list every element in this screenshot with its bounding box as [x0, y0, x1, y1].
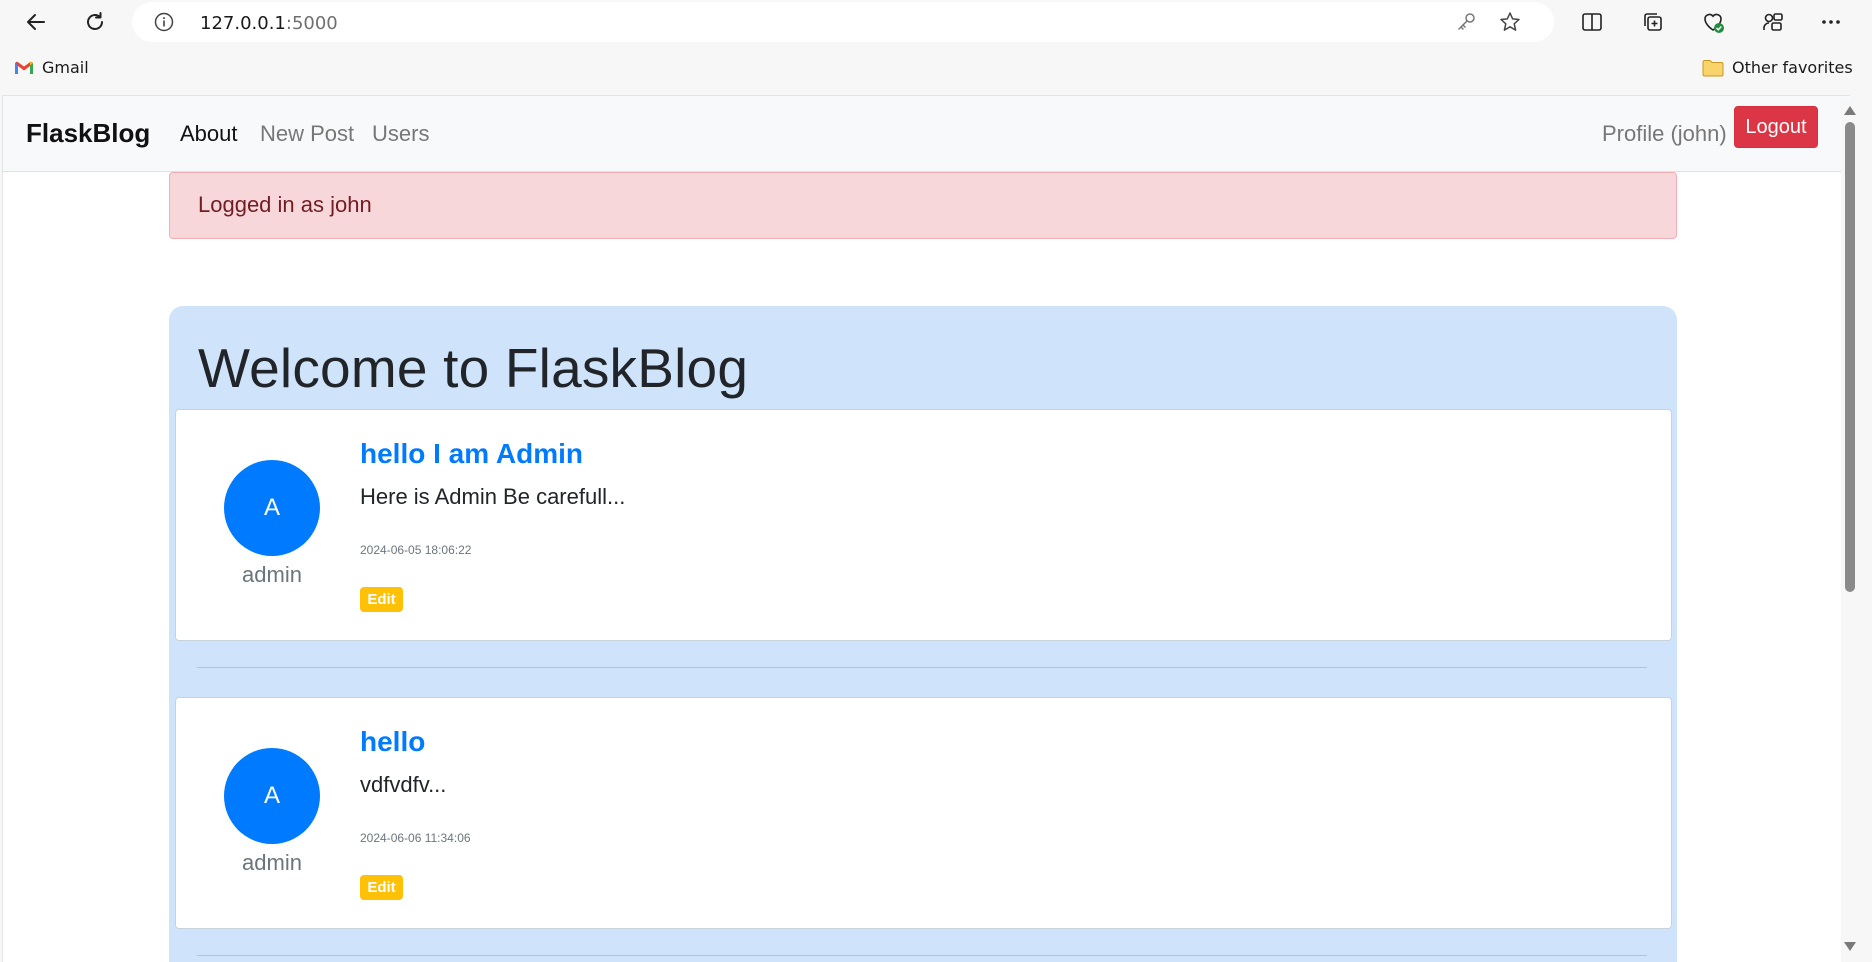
page-scrollbar[interactable] — [1841, 100, 1857, 962]
url-port: :5000 — [285, 13, 338, 34]
back-arrow-icon — [27, 14, 45, 30]
post-divider — [197, 955, 1647, 956]
post-excerpt: vdfvdfv... — [360, 772, 447, 797]
browser-essentials-button[interactable] — [1699, 8, 1727, 36]
url-host: 127.0.0.1 — [200, 13, 286, 34]
edit-post-button[interactable]: Edit — [360, 587, 403, 612]
login-alert: Logged in as john — [169, 172, 1677, 239]
post-card: A admin hello I am Admin Here is Admin B… — [175, 409, 1672, 641]
author-avatar: A — [224, 460, 320, 556]
post-card: A admin hello vdfvdfv... 2024-06-06 11:3… — [175, 697, 1672, 929]
post-title-link[interactable]: hello — [360, 726, 425, 758]
favorite-star-icon[interactable] — [1499, 11, 1521, 33]
post-date: 2024-06-05 18:06:22 — [360, 543, 472, 557]
nav-link-about[interactable]: About — [180, 121, 238, 147]
bookmark-other-favorites[interactable]: Other favorites — [1702, 58, 1853, 77]
nav-link-new-post[interactable]: New Post — [260, 121, 354, 147]
bookmark-label: Other favorites — [1732, 58, 1853, 77]
bookmark-label: Gmail — [42, 58, 89, 77]
refresh-button[interactable] — [79, 6, 111, 38]
collections-icon — [1644, 13, 1662, 31]
post-author: admin — [242, 562, 302, 587]
more-dots-icon — [1822, 20, 1840, 24]
post-date: 2024-06-06 11:34:06 — [360, 831, 471, 845]
back-button[interactable] — [20, 6, 52, 38]
url-text[interactable]: 127.0.0.1:5000 — [200, 13, 338, 34]
edit-post-button[interactable]: Edit — [360, 875, 403, 900]
post-author: admin — [242, 850, 302, 875]
extensions-icon — [1763, 13, 1783, 31]
gmail-icon — [15, 61, 33, 74]
site-info-icon[interactable] — [154, 12, 174, 32]
page-title: Welcome to FlaskBlog — [198, 337, 749, 399]
post-excerpt: Here is Admin Be carefull... — [360, 484, 626, 509]
split-screen-icon — [1582, 13, 1602, 31]
split-screen-button[interactable] — [1578, 8, 1606, 36]
nav-link-users[interactable]: Users — [372, 121, 429, 147]
folder-icon — [1702, 59, 1724, 76]
site-navbar: FlaskBlog About New Post Users Profile (… — [3, 96, 1850, 172]
scroll-down-arrow[interactable] — [1844, 942, 1856, 951]
extensions-button[interactable] — [1759, 8, 1787, 36]
welcome-jumbotron: Welcome to FlaskBlog A admin hello I am … — [169, 306, 1677, 962]
scrollbar-thumb[interactable] — [1845, 122, 1855, 592]
refresh-icon — [87, 12, 103, 30]
author-avatar: A — [224, 748, 320, 844]
site-brand[interactable]: FlaskBlog — [26, 118, 150, 149]
post-divider — [197, 667, 1647, 668]
browser-toolbar: 127.0.0.1:5000 — [0, 0, 1872, 44]
nav-link-profile[interactable]: Profile (john) — [1602, 121, 1727, 147]
heart-pulse-icon — [1704, 13, 1724, 33]
key-icon[interactable] — [1455, 11, 1477, 33]
logout-button[interactable]: Logout — [1734, 106, 1818, 148]
bookmark-gmail[interactable]: Gmail — [14, 58, 89, 77]
scroll-up-arrow[interactable] — [1844, 106, 1856, 115]
page-viewport: FlaskBlog About New Post Users Profile (… — [2, 95, 1850, 962]
collections-button[interactable] — [1639, 8, 1667, 36]
post-title-link[interactable]: hello I am Admin — [360, 438, 583, 470]
address-bar[interactable]: 127.0.0.1:5000 — [132, 2, 1554, 42]
bookmarks-bar: Gmail Other favorites — [0, 52, 1872, 88]
more-menu-button[interactable] — [1817, 8, 1845, 36]
